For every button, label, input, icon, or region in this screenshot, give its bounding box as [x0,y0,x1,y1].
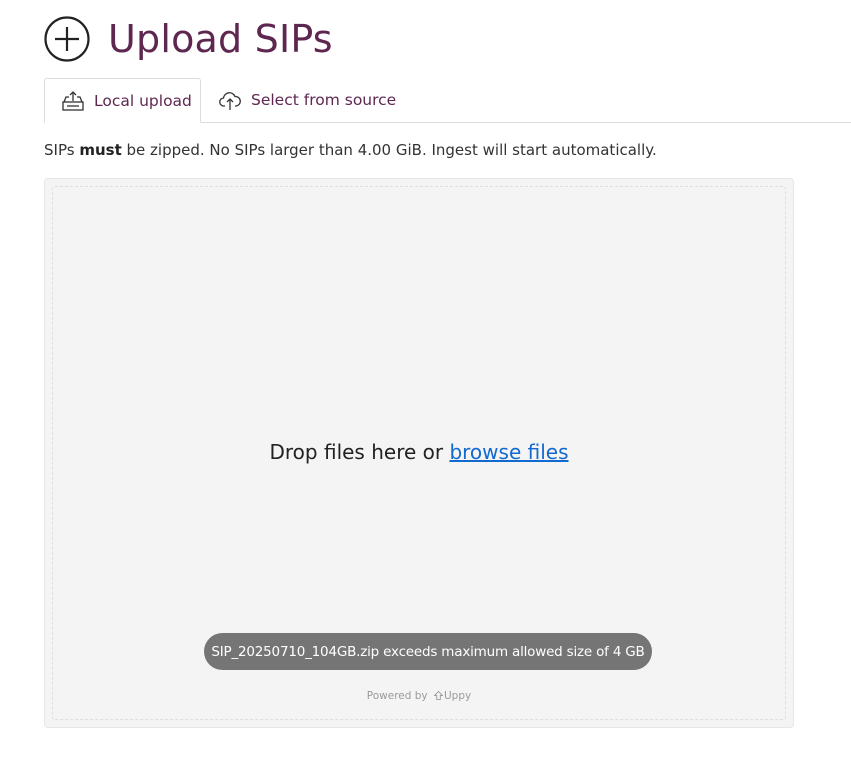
tab-local-upload[interactable]: Local upload [44,78,201,123]
drop-instructions: Drop files here or browse files [53,440,785,464]
upload-sips-page: Upload SIPs Local upload Select from sou… [0,0,851,777]
tab-select-from-source-label: Select from source [251,90,397,109]
error-toast-text: SIP_20250710_104GB.zip exceeds maximum a… [211,643,645,660]
uppy-logo-icon [433,690,444,700]
notice-suffix: be zipped. No SIPs larger than 4.00 GiB.… [126,141,657,159]
upload-tray-icon [61,90,85,112]
upload-notice: SIPs must be zipped. No SIPs larger than… [44,140,657,160]
browse-files-link[interactable]: browse files [449,440,568,464]
notice-prefix: SIPs [44,141,75,159]
notice-emphasis: must [79,141,122,159]
page-header: Upload SIPs [44,14,333,64]
cloud-upload-icon [218,89,242,111]
dropzone-dashed-border: Drop files here or browse files SIP_2025… [52,186,786,720]
error-toast: SIP_20250710_104GB.zip exceeds maximum a… [204,633,652,670]
page-title: Upload SIPs [108,17,333,61]
uppy-brand[interactable]: Uppy [444,690,471,702]
powered-by-uppy: Powered by Uppy [53,690,785,702]
circle-plus-icon [44,16,90,62]
file-dropzone[interactable]: Drop files here or browse files SIP_2025… [44,178,794,728]
drop-text-label: Drop files here or [269,440,444,464]
upload-tabs: Local upload Select from source [44,78,851,123]
tab-local-upload-label: Local upload [94,91,192,110]
powered-by-label: Powered by [366,690,428,702]
tab-select-from-source[interactable]: Select from source [216,78,396,121]
